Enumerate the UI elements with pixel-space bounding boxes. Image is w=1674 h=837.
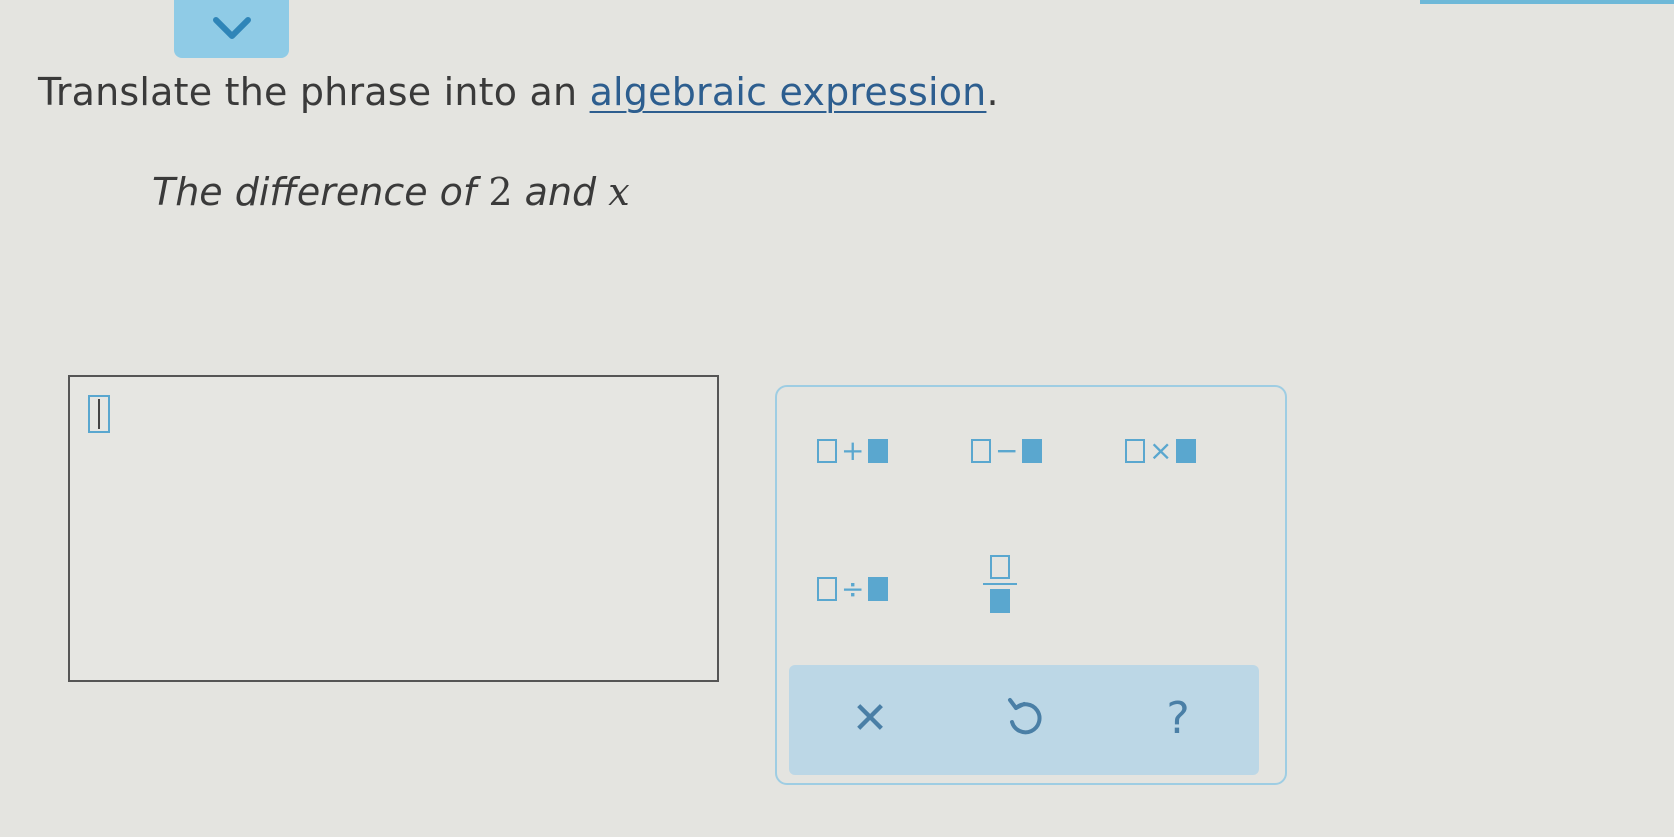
times-symbol: × (1149, 434, 1173, 467)
collapse-toggle-button[interactable] (174, 0, 289, 58)
instruction-suffix: . (986, 70, 999, 114)
placeholder-box-icon (817, 577, 837, 601)
undo-button[interactable] (999, 693, 1049, 743)
placeholder-box-icon (971, 439, 991, 463)
algebraic-expression-link[interactable]: algebraic expression (590, 70, 987, 114)
phrase-prefix: The difference of (152, 170, 489, 214)
phrase-variable: x (608, 170, 630, 214)
numerator-box-icon (990, 555, 1010, 579)
placeholder-box-icon (817, 439, 837, 463)
minus-symbol: − (995, 434, 1019, 467)
close-icon: ✕ (851, 692, 889, 744)
question-instruction: Translate the phrase into an algebraic e… (38, 70, 999, 114)
help-icon: ? (1166, 692, 1190, 744)
fraction-template-button[interactable] (983, 555, 1017, 613)
subtraction-template-button[interactable]: − (971, 431, 1043, 471)
phrase-number: 2 (488, 170, 513, 214)
phrase-middle: and (512, 170, 609, 214)
top-accent-line (1420, 0, 1674, 4)
palette-action-bar: ✕ ? (789, 665, 1259, 775)
placeholder-box-icon (1125, 439, 1145, 463)
denominator-box-icon (990, 589, 1010, 613)
plus-symbol: + (841, 434, 865, 467)
instruction-prefix: Translate the phrase into an (38, 70, 590, 114)
division-template-button[interactable]: ÷ (817, 569, 889, 609)
fraction-bar (983, 583, 1017, 585)
answer-input[interactable] (68, 375, 719, 682)
clear-button[interactable]: ✕ (845, 692, 895, 744)
input-cursor-slot (88, 395, 110, 433)
divide-symbol: ÷ (841, 572, 865, 605)
placeholder-box-filled-icon (1022, 439, 1043, 463)
text-cursor (98, 399, 100, 429)
placeholder-box-filled-icon (1176, 439, 1197, 463)
chevron-down-icon (212, 17, 251, 39)
placeholder-box-filled-icon (868, 439, 889, 463)
math-palette: + − × ÷ ✕ ? (775, 385, 1287, 785)
undo-icon (1008, 698, 1042, 735)
placeholder-box-filled-icon (868, 577, 889, 601)
question-phrase: The difference of 2 and x (152, 170, 630, 214)
multiplication-template-button[interactable]: × (1125, 431, 1197, 471)
help-button[interactable]: ? (1153, 692, 1203, 744)
addition-template-button[interactable]: + (817, 431, 889, 471)
